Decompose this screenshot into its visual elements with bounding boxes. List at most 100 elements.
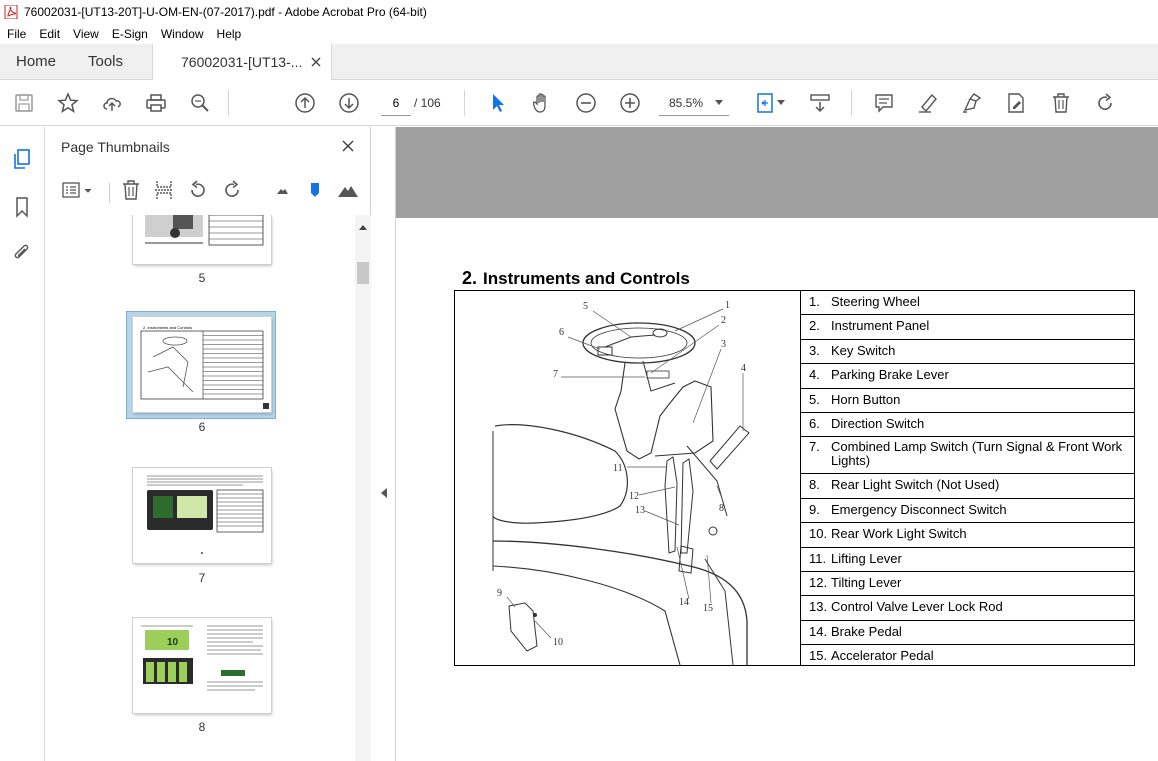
- slider-handle-icon: [311, 183, 319, 197]
- callout-5: 5: [583, 301, 588, 312]
- part-number: 15.: [809, 648, 828, 664]
- current-page-input[interactable]: [381, 90, 411, 116]
- part-label: Direction Switch: [831, 415, 925, 431]
- star-icon: [57, 92, 79, 114]
- thumbnail-options-button[interactable]: [61, 179, 95, 201]
- menu-help[interactable]: Help: [210, 27, 248, 41]
- split-icon: [155, 181, 173, 199]
- total-pages-label: / 106: [414, 96, 441, 110]
- tab-tools[interactable]: Tools: [88, 44, 123, 80]
- part-label: Steering Wheel: [831, 294, 920, 309]
- part-number: 14.: [809, 623, 828, 639]
- part-number: 8.: [809, 477, 820, 493]
- thumbnail-size-small-button[interactable]: [271, 179, 293, 201]
- part-row: 14. Brake Pedal: [801, 621, 1135, 646]
- select-tool-button[interactable]: [486, 91, 510, 115]
- search-zoom-icon: [191, 94, 209, 112]
- thumbnail-page-6-image: 2. Instruments and Controls: [140, 325, 269, 409]
- toolbar-separator: [109, 183, 110, 203]
- thumbnail-size-large-button[interactable]: [337, 179, 359, 201]
- part-number: 11.: [809, 550, 827, 566]
- next-page-button[interactable]: [337, 91, 361, 115]
- tab-bar: Home Tools 76002031-[UT13-...: [0, 44, 1158, 81]
- bookmarks-button[interactable]: [10, 195, 34, 219]
- delete-pages-button[interactable]: [120, 179, 142, 201]
- thumbnail-page-7[interactable]: [133, 468, 271, 563]
- plus-circle-icon: [620, 93, 640, 113]
- part-label: Brake Pedal: [831, 623, 902, 639]
- delete-button[interactable]: [1049, 91, 1073, 115]
- menu-file[interactable]: File: [0, 27, 32, 41]
- thumbnail-page-6[interactable]: 2. Instruments and Controls: [133, 317, 271, 412]
- thumbnails-panel: Page Thumbnails 5 2. Instruments and Con…: [45, 127, 371, 761]
- tab-document[interactable]: 76002031-[UT13-...: [152, 44, 332, 81]
- page-fit-button[interactable]: [753, 91, 777, 115]
- previous-page-button[interactable]: [293, 91, 317, 115]
- thumbnail-page-5-image: [145, 215, 264, 246]
- pen-highlight-icon: [919, 93, 937, 113]
- thumbnail-size-slider[interactable]: [304, 179, 326, 201]
- part-label: Rear Work Light Switch: [831, 526, 967, 542]
- part-label: Combined Lamp Switch (Turn Signal & Fron…: [831, 439, 1123, 469]
- close-panel-icon[interactable]: [341, 139, 355, 153]
- scroll-up-arrow-icon[interactable]: [359, 225, 367, 230]
- zoom-in-button[interactable]: [618, 91, 642, 115]
- highlight-button[interactable]: [916, 91, 940, 115]
- bookmark-star-button[interactable]: [56, 91, 80, 115]
- save-button[interactable]: [12, 91, 36, 115]
- trash-icon: [123, 180, 139, 200]
- part-number: 6.: [809, 415, 820, 431]
- page-thumbnails-button[interactable]: [10, 147, 34, 171]
- part-label: Parking Brake Lever: [831, 367, 949, 383]
- part-label: Horn Button: [831, 391, 901, 407]
- part-row: 7. Combined Lamp Switch (Turn Signal & Fr…: [801, 437, 1135, 475]
- close-tab-icon[interactable]: [309, 55, 323, 69]
- panel-collapse-strip[interactable]: [371, 127, 396, 761]
- edit-pdf-button[interactable]: [1004, 91, 1028, 115]
- sign-button[interactable]: [960, 91, 984, 115]
- menu-window[interactable]: Window: [154, 27, 210, 41]
- zoom-dropdown[interactable]: 85.5%: [659, 90, 729, 116]
- zoom-out-button[interactable]: [574, 91, 598, 115]
- print-button[interactable]: [144, 91, 168, 115]
- menu-view[interactable]: View: [66, 27, 105, 41]
- toolbar-separator: [851, 90, 852, 116]
- mountain-large-icon: [338, 186, 358, 197]
- menu-edit[interactable]: Edit: [32, 27, 66, 41]
- collapse-panel-icon[interactable]: [381, 488, 387, 498]
- callout-2: 2: [721, 315, 726, 326]
- share-upload-button[interactable]: [100, 91, 124, 115]
- document-viewer[interactable]: 2. Instruments and Controls 1 2 3 4 5 6 …: [396, 127, 1158, 761]
- page-fit-dropdown-icon[interactable]: [777, 100, 785, 105]
- thumbnail-page-8[interactable]: 10: [133, 618, 271, 713]
- options-list-icon: [62, 182, 92, 198]
- part-label: Rear Light Switch (Not Used): [831, 477, 1000, 493]
- rotate-left-button[interactable]: [187, 179, 209, 201]
- part-row: 10. Rear Work Light Switch: [801, 523, 1135, 548]
- comment-button[interactable]: [872, 91, 896, 115]
- search-button[interactable]: [188, 91, 212, 115]
- rotate-button[interactable]: [1093, 91, 1117, 115]
- thumbnail-page-7-number: 7: [198, 571, 206, 585]
- part-number: 12.: [809, 574, 828, 590]
- hand-tool-button[interactable]: [530, 91, 554, 115]
- tab-home[interactable]: Home: [16, 44, 56, 80]
- split-pages-button[interactable]: [153, 179, 175, 201]
- part-row: 3. Key Switch: [801, 340, 1135, 365]
- rotate-right-button[interactable]: [221, 179, 243, 201]
- part-row: 13. Control Valve Lever Lock Rod: [801, 596, 1135, 621]
- window-title: 76002031-[UT13-20T]-U-OM-EN-(07-2017).pd…: [24, 5, 427, 19]
- bookmark-icon: [16, 197, 28, 218]
- thumbnail-page-5[interactable]: [133, 215, 271, 264]
- part-row: 1. Steering Wheel: [801, 291, 1135, 316]
- scrollbar-thumb[interactable]: [357, 262, 369, 284]
- arrow-up-circle-icon: [295, 93, 315, 113]
- part-row: 6. Direction Switch: [801, 413, 1135, 438]
- tab-document-label: 76002031-[UT13-...: [181, 54, 303, 70]
- scroll-mode-button[interactable]: [808, 91, 832, 115]
- thumbnail-scrollbar[interactable]: [355, 215, 371, 761]
- callout-11: 11: [613, 463, 623, 474]
- menu-esign[interactable]: E-Sign: [105, 27, 154, 41]
- attachments-button[interactable]: [10, 241, 34, 265]
- callout-12: 12: [629, 491, 639, 502]
